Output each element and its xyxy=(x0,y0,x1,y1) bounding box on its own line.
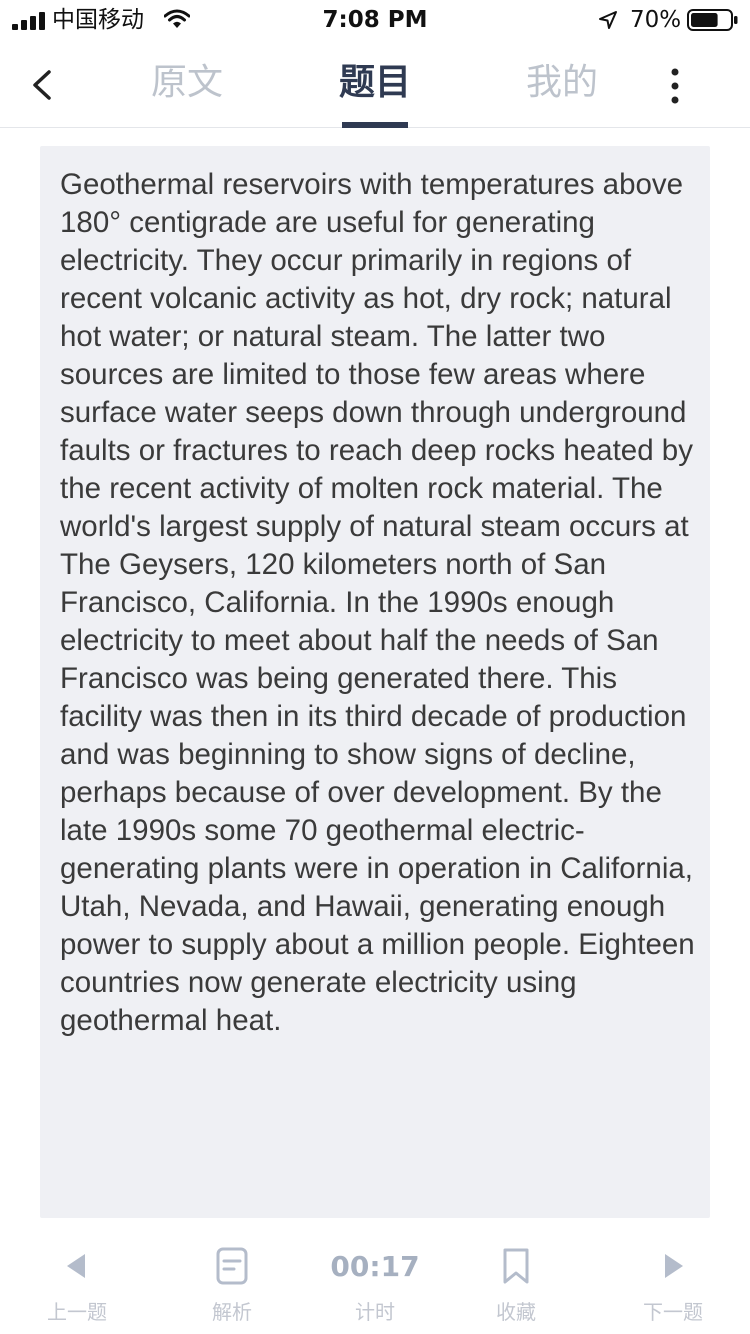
nav-bar: 原文 题目 我的 xyxy=(0,44,750,128)
timer-label: 计时 xyxy=(355,1300,395,1324)
location-arrow-icon xyxy=(599,11,617,29)
active-tab-indicator xyxy=(342,122,408,128)
analysis-label: 解析 xyxy=(212,1300,252,1324)
favorite-button[interactable]: 收藏 xyxy=(461,1232,571,1332)
triangle-left-icon xyxy=(67,1254,85,1278)
more-vertical-icon[interactable] xyxy=(660,62,690,108)
passage-card: Geothermal reservoirs with temperatures … xyxy=(40,146,710,1218)
document-icon xyxy=(216,1247,248,1285)
bookmark-icon xyxy=(503,1248,529,1284)
back-icon[interactable] xyxy=(30,62,70,108)
tab-questions[interactable]: 题目 xyxy=(330,58,420,108)
favorite-label: 收藏 xyxy=(496,1300,536,1324)
battery-percent: 70% xyxy=(630,7,682,33)
previous-question-button[interactable]: 上一题 xyxy=(22,1232,132,1332)
tab-original-text[interactable]: 原文 xyxy=(142,58,232,108)
battery-icon xyxy=(687,9,738,31)
timer-value: 00:17 xyxy=(330,1250,420,1283)
timer-button[interactable]: 00:17 计时 xyxy=(320,1232,430,1332)
previous-question-label: 上一题 xyxy=(47,1300,107,1324)
status-bar: 中国移动 7:08 PM 70% xyxy=(0,0,750,40)
analysis-button[interactable]: 解析 xyxy=(177,1232,287,1332)
triangle-right-icon xyxy=(665,1254,683,1278)
passage-text: Geothermal reservoirs with temperatures … xyxy=(60,168,695,1037)
bottom-toolbar: 上一题 解析 00:17 计时 收藏 下一题 xyxy=(0,1232,750,1334)
tab-mine[interactable]: 我的 xyxy=(517,58,607,108)
next-question-button[interactable]: 下一题 xyxy=(618,1232,728,1332)
next-question-label: 下一题 xyxy=(643,1300,703,1324)
